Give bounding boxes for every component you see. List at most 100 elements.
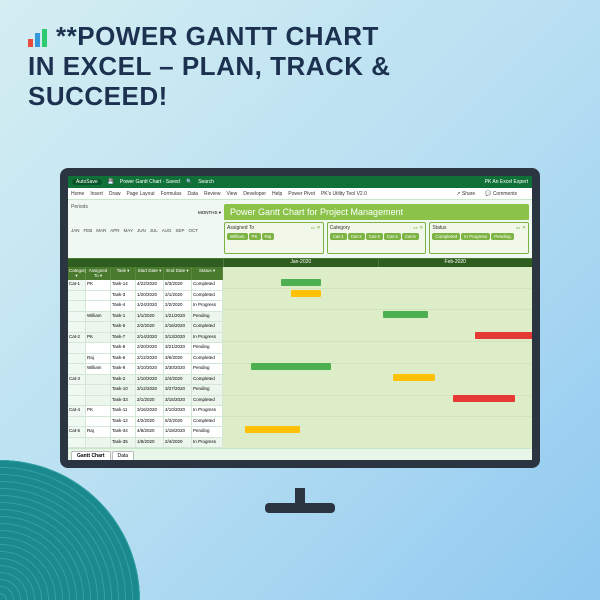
ribbon-tab[interactable]: Home [71, 191, 84, 197]
ribbon-tab[interactable]: Review [204, 191, 220, 197]
table-row[interactable]: Cat-1PKTask-144/22/20206/3/2020Completed [68, 280, 223, 291]
col-header[interactable]: Category ▾ [68, 267, 86, 280]
slicer-chip[interactable]: Pending [491, 233, 514, 240]
month-btn[interactable]: APR [110, 228, 119, 233]
periods-dropdown[interactable]: MONTHS [198, 210, 218, 215]
ribbon-tab[interactable]: Developer [243, 191, 266, 197]
table-row[interactable]: Cat-5RajTask-344/8/20201/18/2020Pending [68, 427, 223, 438]
slicer-status[interactable]: Status ⚏ ✕ CompletedIn ProgressPending [429, 222, 529, 254]
table-row[interactable]: Task-52/2/20202/16/2020Completed [68, 322, 223, 333]
gantt-bar[interactable] [453, 395, 515, 402]
gantt-bar[interactable] [393, 374, 435, 381]
gantt-grid: Jan-2020 Feb-2020 Category ▾Assigned To … [68, 258, 532, 448]
table-row[interactable]: Cat-3Task-21/10/20202/4/2020Completed [68, 375, 223, 386]
slicer-category-title: Category [330, 225, 350, 231]
month-btn[interactable]: OCT [189, 228, 199, 233]
file-name: Power Gantt Chart - Saved [120, 179, 180, 185]
bar-chart-icon [28, 29, 48, 47]
month-col-feb: Feb-2020 [378, 259, 533, 267]
month-btn[interactable]: SEP [176, 228, 185, 233]
month-btn[interactable]: MAR [96, 228, 106, 233]
month-btn[interactable]: FEB [84, 228, 93, 233]
month-btn[interactable]: AUG [162, 228, 172, 233]
ribbon-tab[interactable]: Page Layout [127, 191, 155, 197]
excel-window: AutoSave 💾 Power Gantt Chart - Saved 🔍Se… [68, 176, 532, 460]
col-header[interactable]: Task ▾ [111, 267, 136, 280]
periods-panel: Periods MONTHS ▾ JANFEBMARAPRMAYJUNJULAU… [71, 204, 221, 254]
user-name: PK An Excel Expert [485, 179, 528, 185]
slicer-chip[interactable]: Raj [262, 233, 275, 240]
slicer-chip[interactable]: Cat-2 [348, 233, 365, 240]
ribbon-tab[interactable]: Draw [109, 191, 121, 197]
monitor-frame: AutoSave 💾 Power Gantt Chart - Saved 🔍Se… [60, 168, 540, 513]
table-row[interactable]: Task-124/2/20205/2/2020Completed [68, 417, 223, 428]
chart-title: Power Gantt Chart for Project Management [224, 204, 529, 220]
headline-line2: IN EXCEL – PLAN, TRACK & [28, 51, 391, 81]
table-row[interactable]: Task-82/20/20203/21/2020Pending [68, 343, 223, 354]
gantt-bar[interactable] [475, 332, 532, 339]
gantt-bar[interactable] [251, 363, 331, 370]
month-btn[interactable]: JUN [137, 228, 146, 233]
ribbon-tab[interactable]: Data [187, 191, 198, 197]
save-icon[interactable]: 💾 [108, 179, 114, 185]
monitor-stand [265, 488, 335, 513]
gantt-area[interactable] [223, 267, 532, 448]
table-row[interactable]: Cat-2PKTask-72/14/20203/13/2020In Progre… [68, 333, 223, 344]
tab-gantt-chart[interactable]: Gantt Chart [71, 451, 111, 460]
month-btn[interactable]: JUL [150, 228, 158, 233]
table-row[interactable]: Task-351/8/20202/4/2020In Progress [68, 438, 223, 449]
filter-icon[interactable]: ⚏ ✕ [311, 225, 321, 231]
slicer-chip[interactable]: Cat-1 [330, 233, 347, 240]
col-header[interactable]: End Date ▾ [164, 267, 192, 280]
ribbon-tab[interactable]: View [226, 191, 237, 197]
slicer-chip[interactable]: William [227, 233, 248, 240]
table-row[interactable]: WilliamTask-11/1/20201/21/2020Pending [68, 312, 223, 323]
filter-icon[interactable]: ⚏ ✕ [516, 225, 526, 231]
filter-icon[interactable]: ⚏ ✕ [413, 225, 423, 231]
table-row[interactable]: Task-103/12/20203/27/2020Pending [68, 385, 223, 396]
table-row[interactable]: RajTask-62/12/20203/6/2020Completed [68, 354, 223, 365]
headline-line1: **POWER GANTT CHART [56, 21, 379, 51]
slicer-chip[interactable]: Cat-5 [402, 233, 419, 240]
month-btn[interactable]: MAY [124, 228, 133, 233]
headline: **POWER GANTT CHART IN EXCEL – PLAN, TRA… [0, 0, 600, 126]
slicer-status-title: Status [432, 225, 446, 231]
slicer-chip[interactable]: Cat-4 [384, 233, 401, 240]
table-row[interactable]: Task-31/20/20202/1/2020Completed [68, 291, 223, 302]
tab-data[interactable]: Data [112, 451, 135, 460]
gantt-bar[interactable] [383, 311, 428, 318]
gantt-bar[interactable] [245, 426, 300, 433]
table-row[interactable]: Cat-4PKTask-113/16/20204/10/2020In Progr… [68, 406, 223, 417]
comments-button[interactable]: 💬 Comments [485, 191, 517, 197]
slicer-chip[interactable]: Cat-3 [366, 233, 383, 240]
col-header[interactable]: Start Date ▾ [136, 267, 164, 280]
ribbon: Home Insert Draw Page Layout Formulas Data Rev… [68, 188, 532, 200]
month-buttons: JAN FEBMAR APR MAY JUN JUL AUG SEP OCT [71, 228, 221, 233]
table-row[interactable]: Task-41/24/20202/2/2020In Progress [68, 301, 223, 312]
ribbon-tab[interactable]: Help [272, 191, 282, 197]
slicer-chip[interactable]: Completed [432, 233, 460, 240]
sheet-tabs: Gantt Chart Data [68, 448, 532, 460]
ribbon-tab[interactable]: Power Pivot [288, 191, 315, 197]
search-box[interactable]: Search [198, 179, 214, 185]
gantt-bar[interactable] [291, 290, 321, 297]
slicer-category[interactable]: Category ⚏ ✕ Cat-1Cat-2Cat-3Cat-4Cat-5 [327, 222, 427, 254]
col-header[interactable]: Assigned To ▾ [86, 267, 111, 280]
headline-line3: SUCCEED! [28, 81, 168, 111]
month-btn[interactable]: JAN [71, 228, 80, 233]
slicer-chip[interactable]: In Progress [461, 233, 490, 240]
share-button[interactable]: ↗ Share [456, 191, 475, 197]
table-row[interactable]: Task-332/1/20203/15/2020Completed [68, 396, 223, 407]
slicer-assigned[interactable]: Assigned To⚏ ✕ WilliamPKRaj [224, 222, 324, 254]
ribbon-tab[interactable]: PK's Utility Tool V2.0 [321, 191, 367, 197]
month-col-jan: Jan-2020 [223, 259, 378, 267]
ribbon-tab[interactable]: Insert [90, 191, 103, 197]
gantt-bar[interactable] [281, 279, 321, 286]
task-table: Category ▾Assigned To ▾Task ▾Start Date … [68, 267, 223, 448]
table-row[interactable]: WilliamTask-93/10/20203/30/2020Pending [68, 364, 223, 375]
date-header: Jan-2020 Feb-2020 [68, 259, 532, 267]
ribbon-tab[interactable]: Formulas [161, 191, 182, 197]
col-header[interactable]: Status ▾ [192, 267, 223, 280]
slicer-chip[interactable]: PK [249, 233, 261, 240]
autosave-toggle[interactable]: AutoSave [72, 179, 102, 185]
